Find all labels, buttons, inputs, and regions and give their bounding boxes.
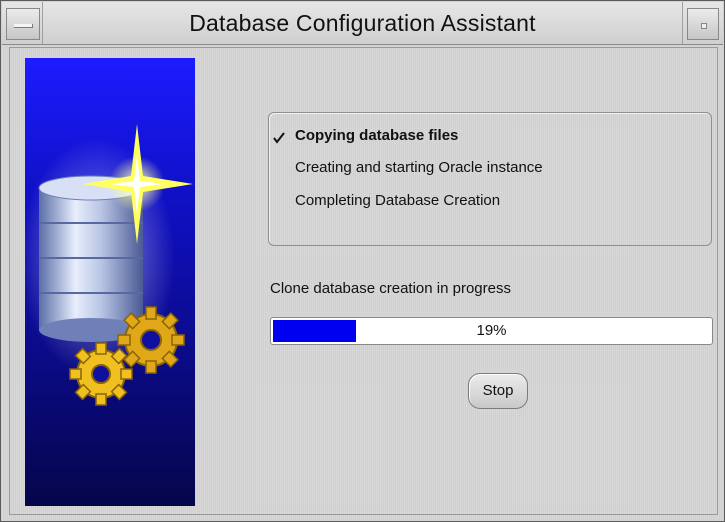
steps-list: Copying database files Creating and star… [268,112,712,246]
maximize-icon [701,23,707,29]
dialog-content: Copying database files Creating and star… [9,47,718,515]
window-title: Database Configuration Assistant [42,2,683,44]
wizard-artwork [19,58,195,506]
checkmark-icon [273,132,285,144]
progress-bar: 19% [270,317,713,345]
menu-bar-icon [14,24,33,28]
step-creating-instance: Creating and starting Oracle instance [295,159,543,176]
step-completing-creation: Completing Database Creation [295,192,501,209]
gear-icon [117,306,185,374]
status-label: Clone database creation in progress [270,280,511,297]
step-copying-files: Copying database files [295,127,459,144]
title-bar[interactable]: Database Configuration Assistant [2,2,723,45]
stop-button[interactable]: Stop [468,373,528,409]
database-illustration [19,124,193,406]
progress-percent: 19% [476,322,507,339]
dialog-window: Database Configuration Assistant Copying… [0,0,725,522]
gear-icon [69,342,133,406]
maximize-button[interactable] [687,8,719,40]
window-menu-button[interactable] [6,8,40,40]
